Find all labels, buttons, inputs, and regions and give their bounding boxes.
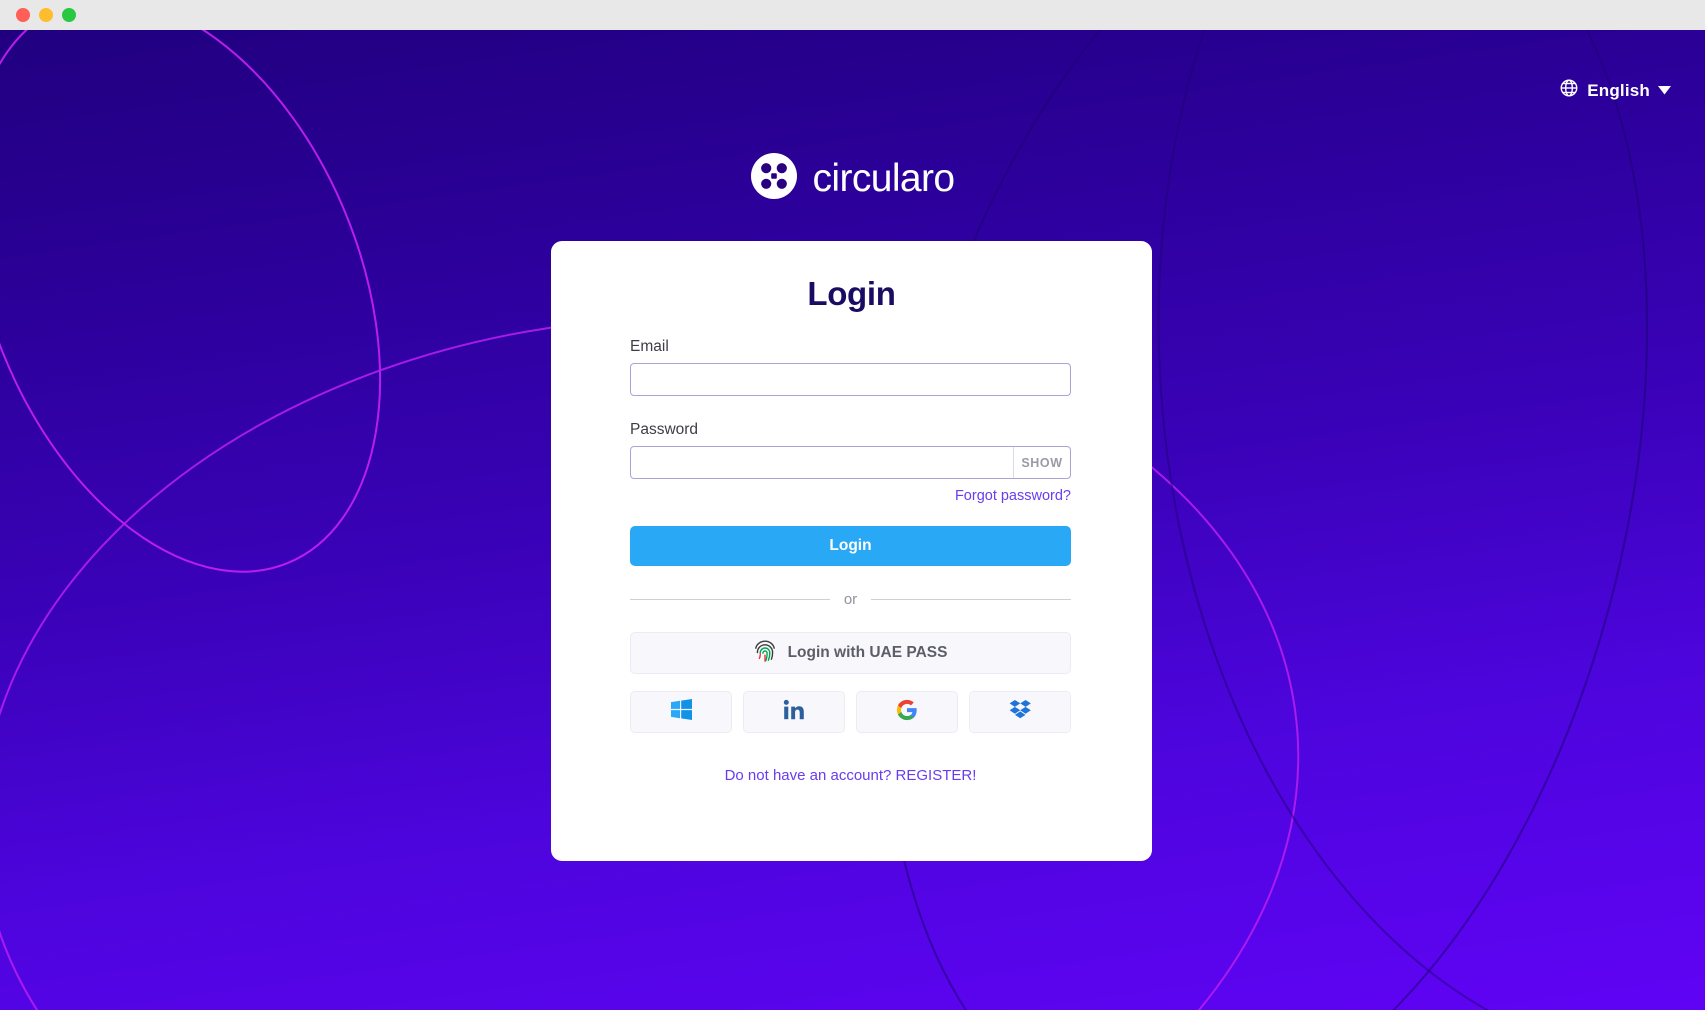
microsoft-windows-icon bbox=[670, 699, 692, 725]
or-divider: or bbox=[630, 591, 1071, 608]
page-background: English circularo Login Email Password S… bbox=[0, 30, 1705, 1010]
email-input[interactable] bbox=[630, 363, 1071, 396]
google-icon bbox=[896, 699, 918, 726]
email-label: Email bbox=[630, 338, 669, 355]
language-label: English bbox=[1587, 80, 1650, 100]
password-label: Password bbox=[630, 421, 699, 438]
window-minimize-button[interactable] bbox=[39, 8, 53, 22]
brand-header: circularo bbox=[0, 153, 1705, 204]
uaepass-login-label: Login with UAE PASS bbox=[787, 644, 948, 661]
brand-name: circularo bbox=[812, 156, 956, 200]
dropbox-icon bbox=[1009, 699, 1032, 725]
language-switcher[interactable]: English bbox=[1559, 78, 1671, 103]
forgot-password-link[interactable]: Forgot password? bbox=[630, 488, 1071, 504]
password-field-wrapper: SHOW bbox=[630, 446, 1071, 479]
linkedin-icon bbox=[783, 699, 805, 726]
social-login-row bbox=[630, 691, 1071, 733]
chevron-down-icon bbox=[1658, 82, 1671, 100]
microsoft-login-button[interactable] bbox=[630, 691, 732, 733]
login-card: Login Email Password SHOW Forgot passwor… bbox=[551, 241, 1152, 861]
uaepass-login-button[interactable]: Login with UAE PASS bbox=[630, 632, 1071, 674]
google-login-button[interactable] bbox=[856, 691, 958, 733]
show-password-button[interactable]: SHOW bbox=[1013, 447, 1070, 478]
linkedin-login-button[interactable] bbox=[743, 691, 845, 733]
register-link[interactable]: Do not have an account? REGISTER! bbox=[630, 767, 1071, 784]
dropbox-login-button[interactable] bbox=[969, 691, 1071, 733]
circularo-clover-logo-icon bbox=[750, 153, 797, 204]
login-submit-button[interactable]: Login bbox=[630, 526, 1071, 566]
divider-label: or bbox=[843, 591, 858, 608]
globe-icon bbox=[1559, 78, 1579, 103]
window-maximize-button[interactable] bbox=[62, 8, 76, 22]
page-title: Login bbox=[807, 275, 896, 312]
window-titlebar bbox=[0, 0, 1705, 30]
divider-rule-right bbox=[871, 599, 1071, 600]
fingerprint-icon bbox=[754, 639, 776, 668]
window-close-button[interactable] bbox=[16, 8, 30, 22]
divider-rule-left bbox=[630, 599, 830, 600]
password-input[interactable] bbox=[630, 446, 1071, 479]
